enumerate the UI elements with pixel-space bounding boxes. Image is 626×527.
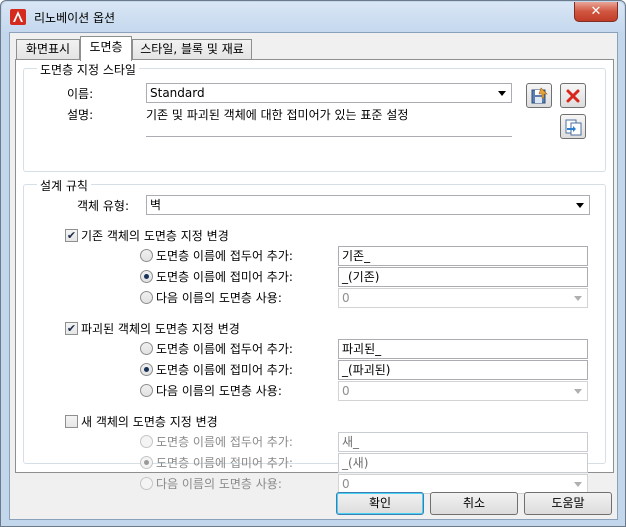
tab-layer[interactable]: 도면층	[80, 36, 132, 61]
new-layer-radio[interactable]	[140, 477, 153, 490]
existing-prefix-value: 기존_	[342, 249, 371, 263]
checkbox-check-icon: ✔	[66, 229, 77, 242]
import-style-button[interactable]	[560, 114, 586, 139]
demolished-suffix-radio[interactable]	[140, 363, 153, 376]
new-suffix-field[interactable]: _(새)	[338, 453, 588, 473]
demolished-prefix-label: 도면층 이름에 접두어 추가:	[156, 342, 293, 356]
existing-suffix-radio[interactable]	[140, 270, 153, 283]
new-objects-label: 새 객체의 도면층 지정 변경	[81, 415, 218, 429]
ok-button-label: 확인	[368, 496, 392, 510]
existing-prefix-field[interactable]: 기존_	[338, 246, 588, 266]
dialog-window: 리노베이션 옵션 ✕ 화면표시 도면층 스타일, 블록 및 재료 도면층 지정 …	[0, 0, 626, 527]
save-icon	[531, 86, 548, 103]
save-style-button[interactable]	[526, 83, 552, 108]
chevron-down-icon	[574, 482, 582, 487]
close-button[interactable]: ✕	[574, 2, 618, 22]
design-rules-group-title: 설계 규칙	[37, 177, 91, 194]
chevron-down-icon	[574, 296, 582, 301]
tab-label: 도면층	[89, 40, 123, 54]
checkbox-check-icon: ✔	[66, 322, 77, 335]
existing-prefix-radio[interactable]	[140, 249, 153, 262]
delete-style-button[interactable]	[560, 83, 586, 108]
description-field: 기존 및 파괴된 객체에 대한 접미어가 있는 표준 설정	[146, 106, 512, 137]
autocad-app-icon	[10, 9, 26, 25]
object-type-label: 객체 유형:	[77, 199, 130, 213]
chevron-down-icon	[498, 91, 506, 96]
demolished-layer-value: 0	[342, 384, 350, 398]
new-prefix-label: 도면층 이름에 접두어 추가:	[156, 435, 293, 449]
help-button[interactable]: 도움말	[524, 492, 612, 515]
existing-suffix-value: _(기존)	[342, 270, 380, 284]
tab-display[interactable]: 화면표시	[16, 39, 80, 59]
object-type-combobox[interactable]: 벽	[146, 195, 590, 215]
chevron-down-icon	[576, 203, 584, 208]
existing-objects-checkbox[interactable]: ✔	[65, 229, 78, 242]
layer-style-group-title: 도면층 지정 스타일	[37, 61, 139, 78]
dialog-client: 화면표시 도면층 스타일, 블록 및 재료 도면층 지정 스타일 이름: Sta…	[9, 32, 618, 520]
layer-tab-panel: 도면층 지정 스타일 이름: Standard 설명: 기존 및 파괴된 객체에…	[15, 59, 614, 494]
name-label: 이름:	[67, 87, 94, 101]
object-type-value: 벽	[150, 198, 162, 212]
demolished-objects-label: 파괴된 객체의 도면층 지정 변경	[81, 322, 240, 336]
existing-layer-label: 다음 이름의 도면층 사용:	[156, 291, 282, 305]
new-layer-label: 다음 이름의 도면층 사용:	[156, 477, 282, 491]
existing-suffix-field[interactable]: _(기존)	[338, 267, 588, 287]
delete-icon	[566, 89, 580, 102]
existing-layer-combobox[interactable]: 0	[338, 288, 588, 308]
window-title: 리노베이션 옵션	[34, 11, 116, 25]
new-objects-checkbox[interactable]	[65, 415, 78, 428]
new-prefix-value: 새_	[342, 435, 360, 449]
demolished-suffix-field[interactable]: _(파괴된)	[338, 360, 588, 380]
new-suffix-radio[interactable]	[140, 456, 153, 469]
new-prefix-field[interactable]: 새_	[338, 432, 588, 452]
new-layer-combobox[interactable]: 0	[338, 474, 588, 494]
description-text: 기존 및 파괴된 객체에 대한 접미어가 있는 표준 설정	[146, 108, 409, 122]
demolished-prefix-field[interactable]: 파괴된_	[338, 339, 588, 359]
existing-prefix-label: 도면층 이름에 접두어 추가:	[156, 249, 293, 263]
title-bar[interactable]: 리노베이션 옵션 ✕	[2, 2, 624, 32]
description-label: 설명:	[67, 108, 94, 122]
cancel-button-label: 취소	[462, 496, 486, 510]
existing-objects-label: 기존 객체의 도면층 지정 변경	[81, 229, 229, 243]
demolished-layer-label: 다음 이름의 도면층 사용:	[156, 384, 282, 398]
existing-layer-value: 0	[342, 291, 350, 305]
demolished-objects-checkbox[interactable]: ✔	[65, 322, 78, 335]
new-prefix-radio[interactable]	[140, 435, 153, 448]
new-suffix-label: 도면층 이름에 접미어 추가:	[156, 456, 293, 470]
tab-label: 화면표시	[25, 42, 71, 56]
tab-label: 스타일, 블록 및 재료	[140, 42, 244, 56]
chevron-down-icon	[574, 389, 582, 394]
demolished-prefix-value: 파괴된_	[342, 342, 382, 356]
existing-layer-radio[interactable]	[140, 291, 153, 304]
new-layer-value: 0	[342, 477, 350, 491]
demolished-suffix-value: _(파괴된)	[342, 363, 391, 377]
import-icon	[565, 119, 582, 135]
demolished-layer-radio[interactable]	[140, 384, 153, 397]
layer-style-combobox[interactable]: Standard	[146, 83, 512, 103]
cancel-button[interactable]: 취소	[430, 492, 518, 515]
help-button-label: 도움말	[551, 496, 585, 510]
tab-style-block-material[interactable]: 스타일, 블록 및 재료	[132, 39, 252, 59]
close-icon: ✕	[590, 4, 602, 19]
ok-button[interactable]: 확인	[336, 492, 424, 515]
existing-suffix-label: 도면층 이름에 접미어 추가:	[156, 270, 293, 284]
new-suffix-value: _(새)	[342, 456, 369, 470]
demolished-suffix-label: 도면층 이름에 접미어 추가:	[156, 363, 293, 377]
demolished-prefix-radio[interactable]	[140, 342, 153, 355]
layer-style-value: Standard	[150, 86, 205, 100]
demolished-layer-combobox[interactable]: 0	[338, 381, 588, 401]
